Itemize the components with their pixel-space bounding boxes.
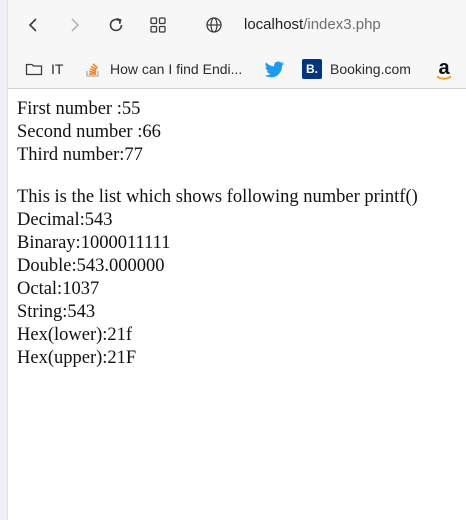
browser-toolbar: localhost/index3.php	[8, 0, 466, 50]
address-host: localhost	[244, 16, 304, 33]
bookmark-label: How can I find Endi...	[110, 61, 243, 77]
browser-window: localhost/index3.php IT How can I find E…	[0, 0, 466, 520]
reload-button[interactable]	[105, 14, 127, 36]
hex-lower-line: Hex(lower):21f	[17, 325, 133, 345]
hex-upper-line: Hex(upper):21F	[17, 348, 137, 368]
bookmark-it[interactable]: IT	[25, 57, 63, 81]
third-number-line: Third number:77	[17, 145, 143, 165]
forward-button[interactable]	[64, 14, 86, 36]
address-bar[interactable]: localhost/index3.php	[244, 14, 381, 36]
apps-button[interactable]	[147, 14, 169, 36]
first-number-line: First number :55	[17, 99, 141, 119]
stackoverflow-icon	[84, 60, 102, 78]
site-info-button[interactable]	[203, 14, 225, 36]
booking-badge: B.	[302, 59, 322, 79]
booking-icon: B.	[302, 59, 322, 79]
reload-icon	[109, 18, 123, 32]
folder-icon	[25, 62, 43, 76]
bookmark-booking[interactable]: B. Booking.com	[302, 57, 411, 81]
globe-icon	[206, 17, 222, 33]
page-content: First number :55 Second number :66 Third…	[17, 98, 418, 370]
address-path: /index3.php	[303, 16, 381, 33]
octal-line: Octal:1037	[17, 279, 100, 299]
double-line: Double:543.000000	[17, 256, 165, 276]
apps-grid-icon	[150, 17, 166, 33]
second-number-line: Second number :66	[17, 122, 161, 142]
forward-arrow-icon	[71, 18, 80, 32]
decimal-line: Decimal:543	[17, 210, 113, 230]
amazon-smile-icon	[436, 75, 452, 80]
bookmarks-bar: IT How can I find Endi... B. Booking.com…	[8, 50, 466, 89]
binary-line: Binaray:1000011111	[17, 233, 171, 253]
twitter-icon	[265, 60, 285, 78]
bookmark-twitter[interactable]	[265, 57, 293, 81]
string-line: String:543	[17, 302, 96, 322]
list-heading: This is the list which shows following n…	[17, 187, 418, 207]
bookmark-label: IT	[51, 61, 64, 77]
back-arrow-icon	[28, 18, 37, 32]
bookmark-stackoverflow[interactable]: How can I find Endi...	[84, 57, 242, 81]
back-button[interactable]	[22, 14, 44, 36]
bookmark-label: Booking.com	[330, 61, 411, 77]
window-left-edge	[0, 0, 8, 520]
